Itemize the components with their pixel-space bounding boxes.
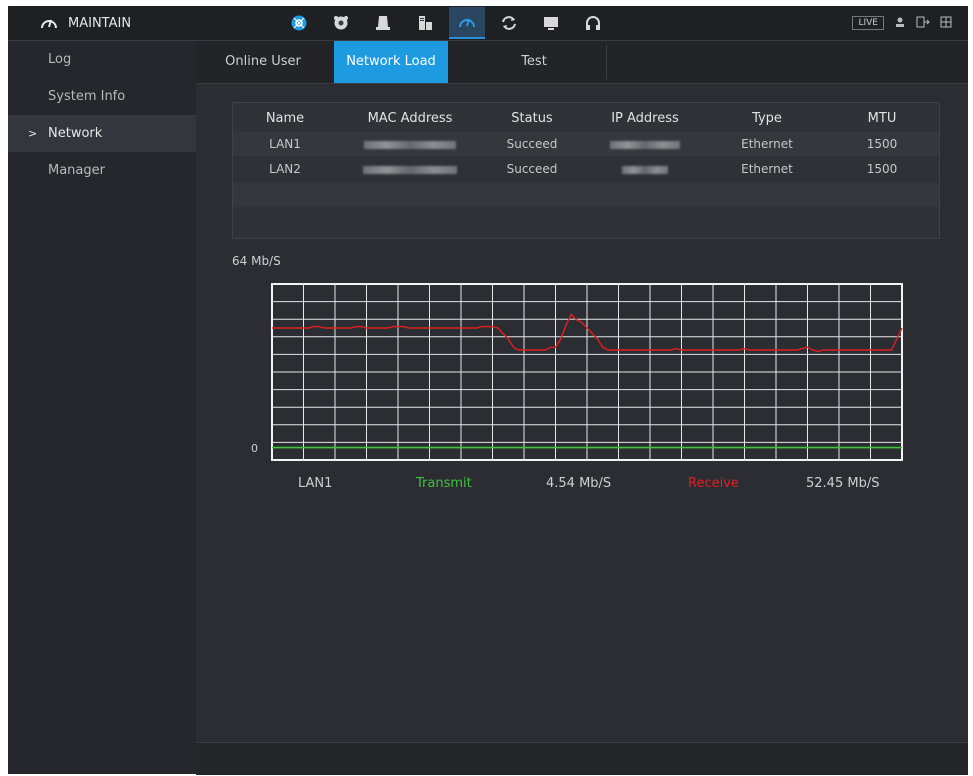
cell-name: LAN2 bbox=[269, 162, 301, 176]
top-bar: MAINTAIN LIVE bbox=[8, 6, 968, 41]
cell-ip-redacted bbox=[581, 132, 709, 156]
table-row-empty bbox=[233, 183, 939, 207]
cell-status: Succeed bbox=[506, 137, 558, 151]
cell-ip-redacted bbox=[581, 157, 709, 181]
cell-type: Ethernet bbox=[741, 137, 793, 151]
table-row[interactable]: LAN2 Succeed Ethernet 1500 bbox=[233, 157, 939, 181]
app-window: MAINTAIN LIVE Log System Info > Network … bbox=[8, 6, 968, 775]
col-mtu: MTU bbox=[867, 111, 897, 126]
col-ip: IP Address bbox=[611, 111, 679, 126]
cell-status: Succeed bbox=[506, 162, 558, 176]
cell-mtu: 1500 bbox=[866, 162, 898, 176]
network-load-chart bbox=[271, 283, 903, 461]
chevron-right-icon: > bbox=[28, 127, 38, 140]
sidebar-item-network[interactable]: > Network bbox=[8, 115, 196, 152]
col-name: Name bbox=[265, 111, 305, 126]
maintain-icon[interactable] bbox=[449, 7, 485, 39]
live-button[interactable]: LIVE bbox=[852, 16, 884, 30]
y-axis-min-label: 0 bbox=[251, 442, 258, 455]
module-icon-bar bbox=[278, 6, 614, 40]
maintain-gauge-icon bbox=[40, 15, 58, 31]
col-status: Status bbox=[511, 111, 553, 126]
col-type: Type bbox=[752, 111, 782, 126]
tab-online-user[interactable]: Online User bbox=[196, 41, 330, 83]
refresh-icon[interactable] bbox=[491, 8, 527, 38]
cell-type: Ethernet bbox=[741, 162, 793, 176]
tab-test[interactable]: Test bbox=[486, 41, 582, 83]
tab-network-load[interactable]: Network Load bbox=[334, 41, 448, 83]
top-right-controls: LIVE bbox=[852, 6, 952, 40]
monitor-icon[interactable] bbox=[533, 8, 569, 38]
table-row[interactable]: LAN1 Succeed Ethernet 1500 bbox=[233, 132, 939, 156]
legend-transmit-label: Transmit bbox=[416, 476, 472, 491]
legend-receive-value: 52.45 Mb/S bbox=[806, 476, 880, 491]
legend-interface: LAN1 bbox=[298, 476, 333, 491]
sidebar-item-label: System Info bbox=[48, 89, 126, 104]
logout-icon[interactable] bbox=[916, 16, 930, 31]
user-icon[interactable] bbox=[894, 16, 906, 31]
storage-icon[interactable] bbox=[365, 8, 401, 38]
grid-icon[interactable] bbox=[940, 16, 952, 31]
server-icon[interactable] bbox=[407, 8, 443, 38]
y-axis-max-label: 64 Mb/S bbox=[232, 254, 281, 268]
legend-transmit-value: 4.54 Mb/S bbox=[546, 476, 612, 491]
sidebar-item-label: Log bbox=[48, 52, 72, 67]
maintain-brand[interactable]: MAINTAIN bbox=[40, 6, 131, 40]
col-mac: MAC Address bbox=[367, 111, 453, 126]
sidebar: Log System Info > Network Manager bbox=[8, 41, 196, 774]
camera-icon[interactable] bbox=[323, 8, 359, 38]
cell-name: LAN1 bbox=[269, 137, 301, 151]
cell-mtu: 1500 bbox=[866, 137, 898, 151]
page-title: MAINTAIN bbox=[68, 15, 132, 31]
cell-mac-redacted bbox=[337, 157, 483, 181]
tab-bar: Online User Network Load Test bbox=[196, 41, 968, 84]
table-header: Name MAC Address Status IP Address Type … bbox=[233, 107, 939, 131]
sidebar-item-manager[interactable]: Manager bbox=[8, 152, 196, 189]
sidebar-item-label: Manager bbox=[48, 163, 105, 178]
legend-receive-label: Receive bbox=[688, 476, 739, 491]
sidebar-item-label: Network bbox=[48, 126, 103, 141]
sidebar-item-log[interactable]: Log bbox=[8, 41, 196, 78]
headset-icon[interactable] bbox=[575, 8, 611, 38]
table-row-empty bbox=[233, 208, 939, 236]
bottom-bar bbox=[196, 742, 968, 775]
network-icon[interactable] bbox=[281, 8, 317, 38]
network-table: Name MAC Address Status IP Address Type … bbox=[232, 102, 940, 239]
tab-divider bbox=[606, 45, 607, 79]
sidebar-item-system-info[interactable]: System Info bbox=[8, 78, 196, 115]
cell-mac-redacted bbox=[337, 132, 483, 156]
